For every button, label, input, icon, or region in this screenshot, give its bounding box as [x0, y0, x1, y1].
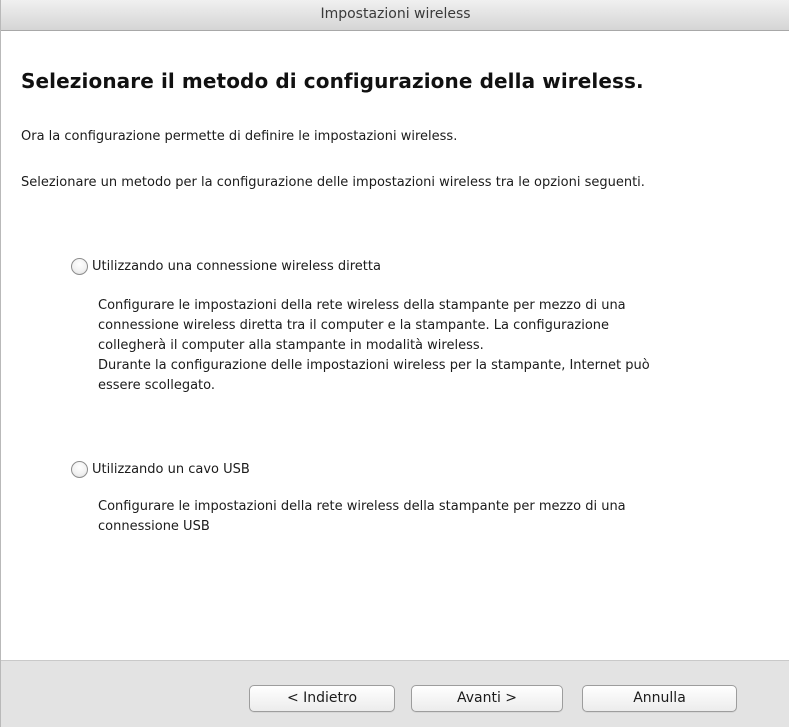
option-wireless-direct[interactable]: Utilizzando una connessione wireless dir… — [71, 256, 381, 276]
page-heading: Selezionare il metodo di configurazione … — [21, 69, 644, 93]
usb-cable-label[interactable]: Utilizzando un cavo USB — [92, 462, 250, 477]
intro-text-configuration: Ora la configurazione permette di defini… — [21, 129, 458, 144]
wireless-setup-window: Impostazioni wireless Selezionare il met… — [0, 0, 789, 727]
usb-cable-description-line: Configurare le impostazioni della rete w… — [98, 499, 626, 514]
button-bar: < Indietro Avanti > Annulla — [1, 660, 789, 727]
wireless-direct-description-line: Configurare le impostazioni della rete w… — [98, 298, 626, 313]
usb-cable-radio[interactable] — [71, 460, 88, 478]
cancel-button[interactable]: Annulla — [582, 685, 737, 712]
wireless-direct-description-line: collegherà il computer alla stampante in… — [98, 338, 484, 353]
wireless-direct-description-line: Durante la configurazione delle impostaz… — [98, 358, 650, 373]
usb-cable-description-line: connessione USB — [98, 519, 210, 534]
option-usb-cable[interactable]: Utilizzando un cavo USB — [71, 459, 250, 479]
intro-text-select-method: Selezionare un metodo per la configurazi… — [21, 175, 645, 190]
wireless-direct-label[interactable]: Utilizzando una connessione wireless dir… — [92, 259, 381, 274]
wireless-direct-description: Configurare le impostazioni della rete w… — [98, 296, 778, 396]
window-title: Impostazioni wireless — [320, 6, 471, 22]
next-button[interactable]: Avanti > — [411, 685, 563, 712]
wireless-direct-radio[interactable] — [71, 257, 88, 275]
title-bar: Impostazioni wireless — [1, 0, 789, 31]
usb-cable-description: Configurare le impostazioni della rete w… — [98, 497, 778, 537]
wireless-direct-description-line: essere scollegato. — [98, 378, 215, 393]
back-button[interactable]: < Indietro — [249, 685, 395, 712]
wireless-direct-description-line: connessione wireless diretta tra il comp… — [98, 318, 610, 333]
